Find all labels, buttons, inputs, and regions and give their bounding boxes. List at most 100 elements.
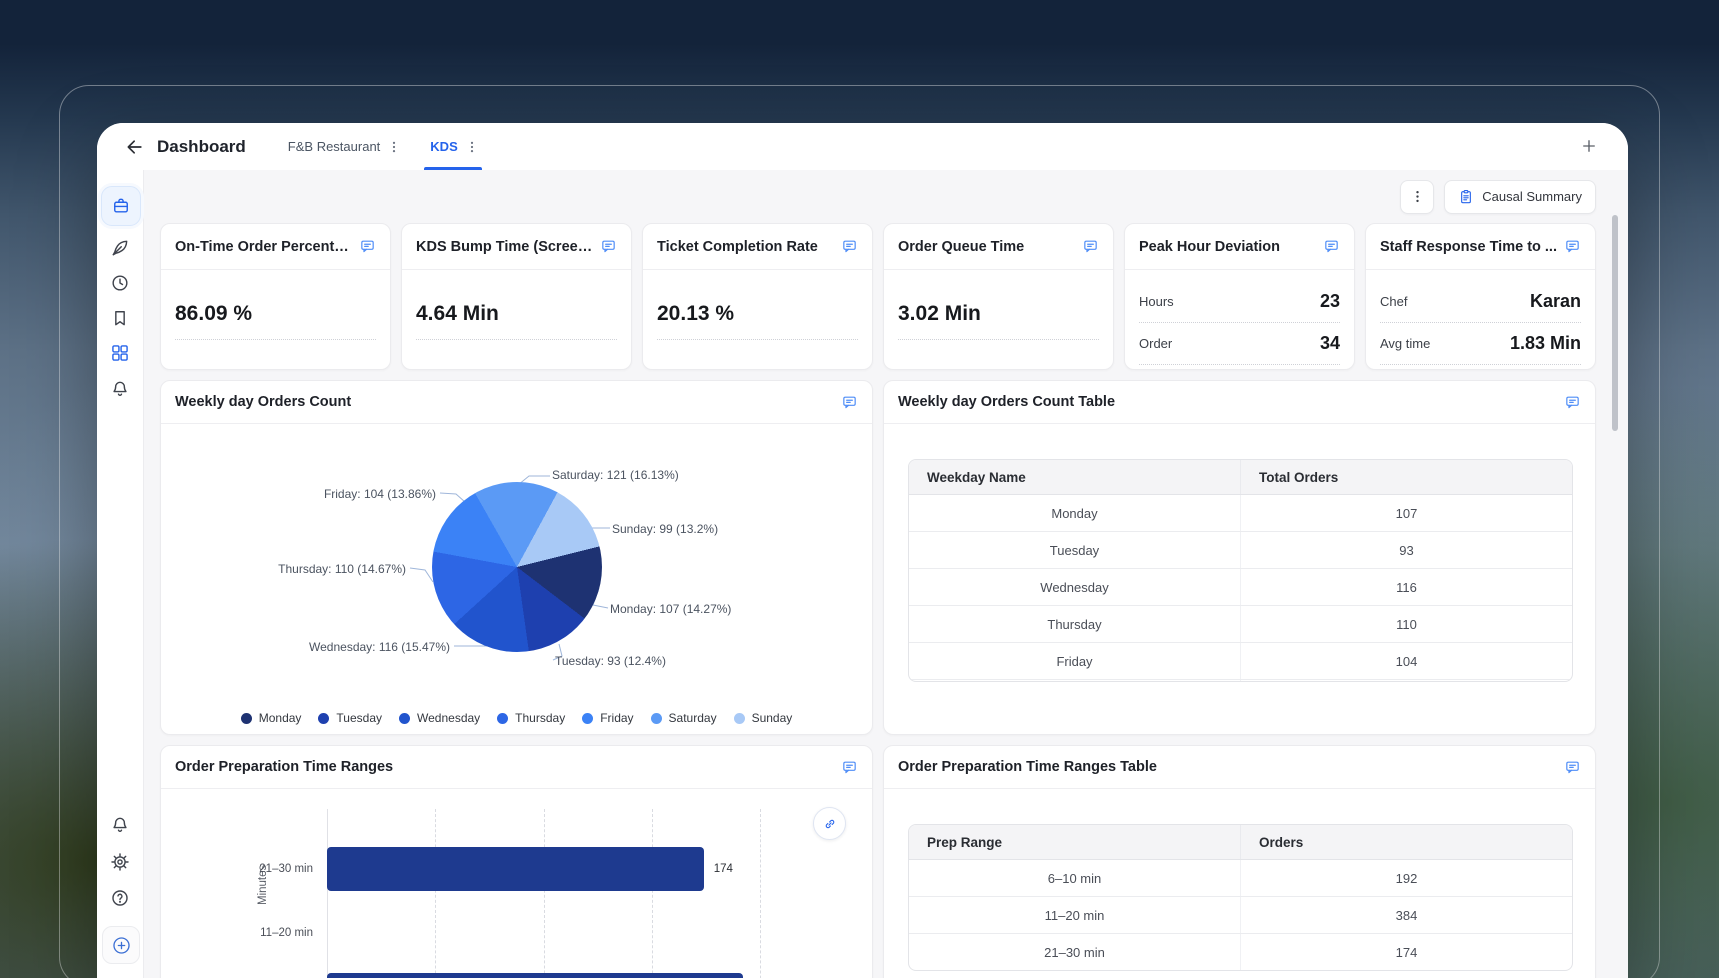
kpi-card-header: On-Time Order Percenta... <box>161 224 390 270</box>
table-row[interactable]: Wednesday116 <box>909 569 1572 606</box>
comment-bubble-icon <box>1564 394 1581 411</box>
legend-label: Monday <box>259 711 302 725</box>
bar-segment[interactable] <box>327 973 743 978</box>
gridline <box>435 809 436 978</box>
help-icon <box>110 888 130 908</box>
sidebar-item-alerts[interactable] <box>110 379 130 399</box>
pie-slice-label: Sunday: 99 (13.2%) <box>612 522 718 536</box>
tab-fb-menu-icon[interactable] <box>386 139 402 155</box>
legend-item[interactable]: Wednesday <box>399 711 480 725</box>
legend-dot <box>497 713 508 724</box>
tab-fb-restaurant[interactable]: F&B Restaurant <box>288 123 403 170</box>
kpi-metric-value: 23 <box>1320 291 1340 312</box>
bar-value-label: 174 <box>714 863 733 875</box>
sidebar <box>97 170 144 978</box>
comment-icon[interactable] <box>1564 759 1581 776</box>
tab-kds[interactable]: KDS <box>430 123 479 170</box>
bar-segment[interactable] <box>327 847 704 891</box>
comment-bubble-icon <box>1323 238 1340 255</box>
comment-icon[interactable] <box>1323 238 1340 255</box>
kpi-metric-value: Karan <box>1530 291 1581 312</box>
arrow-left-icon <box>125 137 145 157</box>
comment-icon[interactable] <box>841 394 858 411</box>
sidebar-item-workspace[interactable] <box>101 186 141 226</box>
comment-icon[interactable] <box>1564 238 1581 255</box>
sidebar-item-bookmarks[interactable] <box>110 308 130 328</box>
table-cell: 174 <box>1241 934 1573 971</box>
kpi-card: Order Queue Time 3.02 Min <box>883 223 1114 370</box>
pie-graphic[interactable] <box>432 482 602 652</box>
comment-icon[interactable] <box>841 238 858 255</box>
table-row[interactable]: 6–10 min192 <box>909 860 1572 897</box>
add-tab-button[interactable] <box>1578 135 1600 157</box>
kpi-body: 3.02 Min <box>884 302 1113 340</box>
kpi-card: Staff Response Time to ... ChefKaran Avg t… <box>1365 223 1596 370</box>
sidebar-item-dashboards[interactable] <box>110 343 130 363</box>
legend-item[interactable]: Thursday <box>497 711 565 725</box>
legend-label: Wednesday <box>417 711 480 725</box>
table-row[interactable]: Saturday121 <box>909 680 1572 683</box>
legend-dot <box>318 713 329 724</box>
column-header: Total Orders <box>1241 460 1573 495</box>
bar-category-label: 21–30 min <box>183 863 313 875</box>
gridline <box>760 809 761 978</box>
sidebar-settings[interactable] <box>110 852 130 872</box>
table-row[interactable]: 21–30 min174 <box>909 934 1572 971</box>
pie-legend: Monday Tuesday Wednesday Thursday Friday Satu… <box>161 711 872 725</box>
vertical-scrollbar-thumb[interactable] <box>1612 215 1618 431</box>
comment-icon[interactable] <box>1082 238 1099 255</box>
legend-item[interactable]: Saturday <box>651 711 717 725</box>
kpi-metric-value: 34 <box>1320 333 1340 354</box>
kpi-metric-label: Avg time <box>1380 336 1430 351</box>
kpi-card-header: Order Queue Time <box>884 224 1113 270</box>
comment-icon[interactable] <box>1564 394 1581 411</box>
pie-leader-line <box>440 493 465 502</box>
causal-summary-button[interactable]: Causal Summary <box>1444 180 1596 214</box>
card-title: Weekly day Orders Count Table <box>898 394 1115 410</box>
legend-dot <box>734 713 745 724</box>
legend-item[interactable]: Monday <box>241 711 302 725</box>
column-header: Prep Range <box>909 825 1241 860</box>
comment-icon[interactable] <box>841 759 858 776</box>
table-row[interactable]: Friday104 <box>909 643 1572 680</box>
kpi-title: On-Time Order Percenta... <box>175 239 353 255</box>
kpi-body: ChefKaranAvg time1.83 Min <box>1366 281 1595 365</box>
sidebar-item-compose[interactable] <box>110 238 130 258</box>
table-row[interactable]: 11–20 min384 <box>909 897 1572 934</box>
gridline <box>544 809 545 978</box>
sidebar-notifications[interactable] <box>110 815 130 835</box>
table-cell: 107 <box>1241 495 1573 532</box>
table-row[interactable]: Monday107 <box>909 495 1572 532</box>
legend-item[interactable]: Tuesday <box>318 711 382 725</box>
pie-slice-label: Friday: 104 (13.86%) <box>324 487 436 501</box>
kpi-card-header: Staff Response Time to ... <box>1366 224 1595 270</box>
gridline <box>327 809 328 978</box>
weekly-orders-table-card: Weekly day Orders Count Table Weekday Na… <box>883 380 1596 735</box>
table-row[interactable]: Tuesday93 <box>909 532 1572 569</box>
sidebar-add-button[interactable] <box>102 926 140 964</box>
back-button[interactable] <box>123 135 147 159</box>
prep-time-bar-card: Order Preparation Time Ranges Minutes 21… <box>160 745 873 978</box>
kpi-card-header: Ticket Completion Rate <box>643 224 872 270</box>
legend-label: Friday <box>600 711 633 725</box>
table-cell: Monday <box>909 495 1241 532</box>
sidebar-item-history[interactable] <box>110 273 130 293</box>
comment-icon[interactable] <box>359 238 376 255</box>
comment-icon[interactable] <box>600 238 617 255</box>
weekday-table: Weekday NameTotal OrdersMonday107Tuesday… <box>908 459 1573 682</box>
dashboard-options-button[interactable] <box>1400 180 1434 214</box>
gridline <box>652 809 653 978</box>
legend-item[interactable]: Sunday <box>734 711 793 725</box>
kpi-separator <box>657 339 858 340</box>
comment-bubble-icon <box>841 759 858 776</box>
legend-item[interactable]: Friday <box>582 711 633 725</box>
kpi-value: 20.13 % <box>657 302 858 326</box>
kpi-metric-row: ChefKaran <box>1380 281 1581 323</box>
sidebar-help[interactable] <box>110 888 130 908</box>
pie-slice-label: Saturday: 121 (16.13%) <box>552 468 679 482</box>
tab-kds-menu-icon[interactable] <box>464 139 480 155</box>
pie-slice-label: Thursday: 110 (14.67%) <box>278 562 406 576</box>
clipboard-icon <box>1458 189 1474 205</box>
table-row[interactable]: Thursday110 <box>909 606 1572 643</box>
table-cell: 121 <box>1241 680 1573 683</box>
